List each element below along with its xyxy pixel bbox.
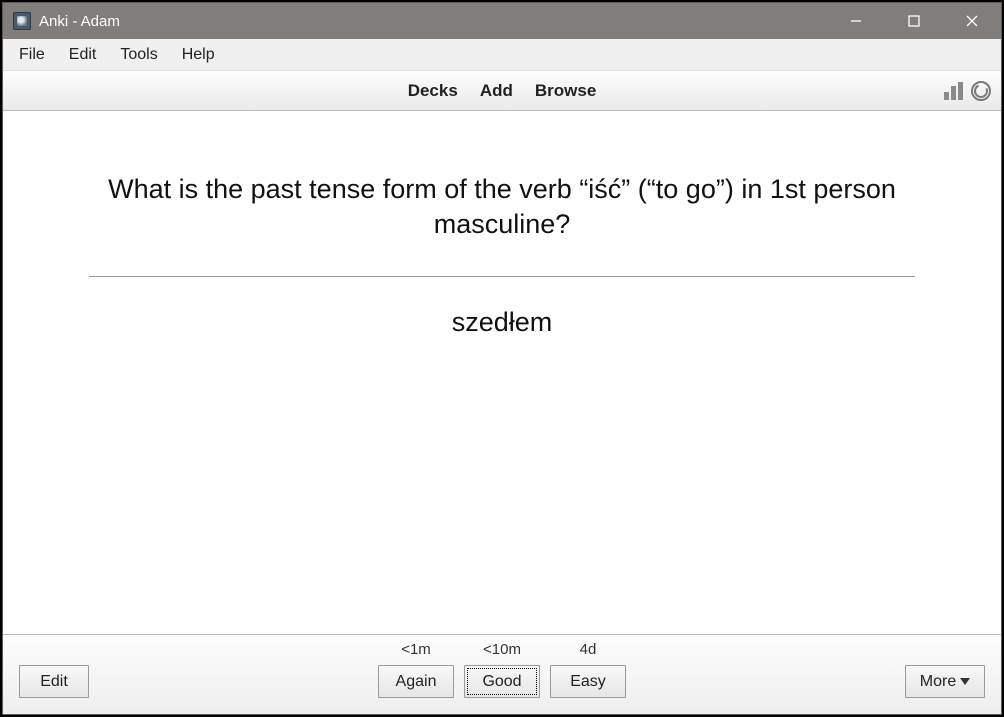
easy-button[interactable]: Easy <box>550 665 626 698</box>
toolbar: Decks Add Browse <box>3 71 1001 111</box>
card-area: What is the past tense form of the verb … <box>3 112 1001 634</box>
nav-decks[interactable]: Decks <box>408 81 458 101</box>
app-icon <box>13 12 31 30</box>
maximize-button[interactable] <box>885 3 943 39</box>
more-button-label: More <box>920 673 956 691</box>
again-button[interactable]: Again <box>378 665 454 698</box>
sync-icon[interactable] <box>971 81 991 101</box>
menu-help[interactable]: Help <box>170 42 227 68</box>
nav-browse[interactable]: Browse <box>535 81 596 101</box>
interval-labels: <1m <10m 4d <box>3 641 1001 658</box>
close-button[interactable] <box>943 3 1001 39</box>
interval-easy: 4d <box>545 641 631 658</box>
minimize-icon <box>850 15 862 27</box>
titlebar: Anki - Adam <box>3 3 1001 39</box>
window-title: Anki - Adam <box>39 13 120 30</box>
interval-good: <10m <box>459 641 545 658</box>
minimize-button[interactable] <box>827 3 885 39</box>
answer-buttons: Again Good Easy <box>3 665 1001 698</box>
good-button[interactable]: Good <box>464 665 540 698</box>
chevron-down-icon <box>960 678 970 685</box>
nav-add[interactable]: Add <box>480 81 513 101</box>
bottombar: <1m <10m 4d Edit Again Good Easy More <box>3 634 1001 714</box>
stats-icon[interactable] <box>944 82 963 100</box>
toolbar-center: Decks Add Browse <box>3 81 1001 101</box>
more-button[interactable]: More <box>905 665 985 698</box>
card-question: What is the past tense form of the verb … <box>62 172 942 242</box>
close-icon <box>966 15 978 27</box>
card-divider <box>89 276 915 277</box>
menubar: File Edit Tools Help <box>3 39 1001 71</box>
maximize-icon <box>908 15 920 27</box>
card-answer: szedłem <box>452 307 553 338</box>
interval-again: <1m <box>373 641 459 658</box>
menu-edit[interactable]: Edit <box>57 42 109 68</box>
menu-file[interactable]: File <box>7 42 57 68</box>
menu-tools[interactable]: Tools <box>108 42 169 68</box>
